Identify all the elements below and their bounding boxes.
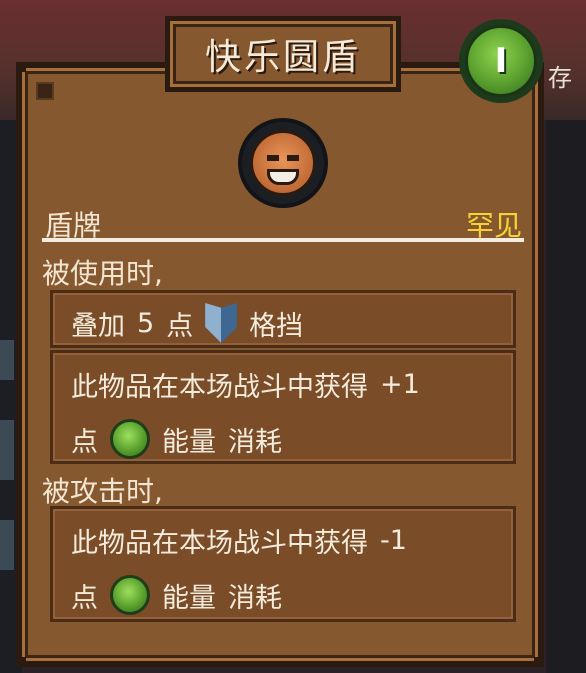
effect-line: 此物品在本场战斗中获得 +1 [71, 365, 420, 404]
effect-box: 此物品在本场战斗中获得 +1 点 能量 消耗 [50, 350, 516, 464]
face-eye [267, 155, 279, 161]
effect-text: 叠加 [71, 310, 125, 342]
panel-corner [16, 657, 26, 667]
tier-badge: I [459, 19, 543, 103]
face-mouth [267, 169, 299, 185]
energy-icon [110, 575, 150, 615]
effect-box: 叠加 5 点 格挡 [50, 290, 516, 348]
effect-text: 点 [71, 582, 98, 614]
trigger-on-use-header: 被使用时, [42, 257, 163, 290]
effect-line: 点 能量 消耗 [71, 419, 282, 459]
effect-value: 5 [137, 307, 155, 339]
header-divider [42, 238, 524, 242]
effect-keyword: 能量 [162, 582, 216, 614]
effect-value: -1 [380, 525, 407, 556]
trigger-on-hit-header: 被攻击时, [42, 475, 163, 508]
effect-text: 消耗 [228, 426, 282, 458]
panel-corner-tab [36, 82, 54, 100]
title-plate: 快乐圆盾 [165, 16, 401, 92]
effect-value: +1 [380, 369, 420, 400]
item-portrait [238, 118, 328, 208]
effect-text: 此物品在本场战斗中获得 [71, 372, 368, 403]
effect-line: 叠加 5 点 格挡 [71, 303, 303, 343]
effect-box: 此物品在本场战斗中获得 -1 点 能量 消耗 [50, 506, 516, 622]
panel-corner [534, 657, 544, 667]
side-label: 存 [548, 64, 572, 92]
item-title: 快乐圆盾 [204, 37, 361, 78]
panel-corner [16, 62, 26, 72]
background-right-strip [546, 120, 586, 673]
face-eye [287, 155, 299, 161]
background-detail [0, 340, 14, 380]
effect-text: 消耗 [228, 582, 282, 614]
effect-keyword: 格挡 [249, 310, 304, 342]
background-detail [0, 520, 14, 570]
effect-line: 点 能量 消耗 [71, 575, 282, 615]
effect-line: 此物品在本场战斗中获得 -1 [71, 521, 407, 560]
tier-badge-label: I [465, 25, 537, 97]
background-detail [0, 420, 14, 480]
shield-icon [205, 303, 238, 343]
effect-keyword: 能量 [162, 426, 216, 458]
effect-text: 此物品在本场战斗中获得 [71, 528, 368, 559]
energy-icon [110, 419, 150, 459]
smiling-face-icon [250, 130, 316, 196]
effect-text: 点 [71, 426, 98, 458]
effect-text: 点 [166, 310, 194, 342]
